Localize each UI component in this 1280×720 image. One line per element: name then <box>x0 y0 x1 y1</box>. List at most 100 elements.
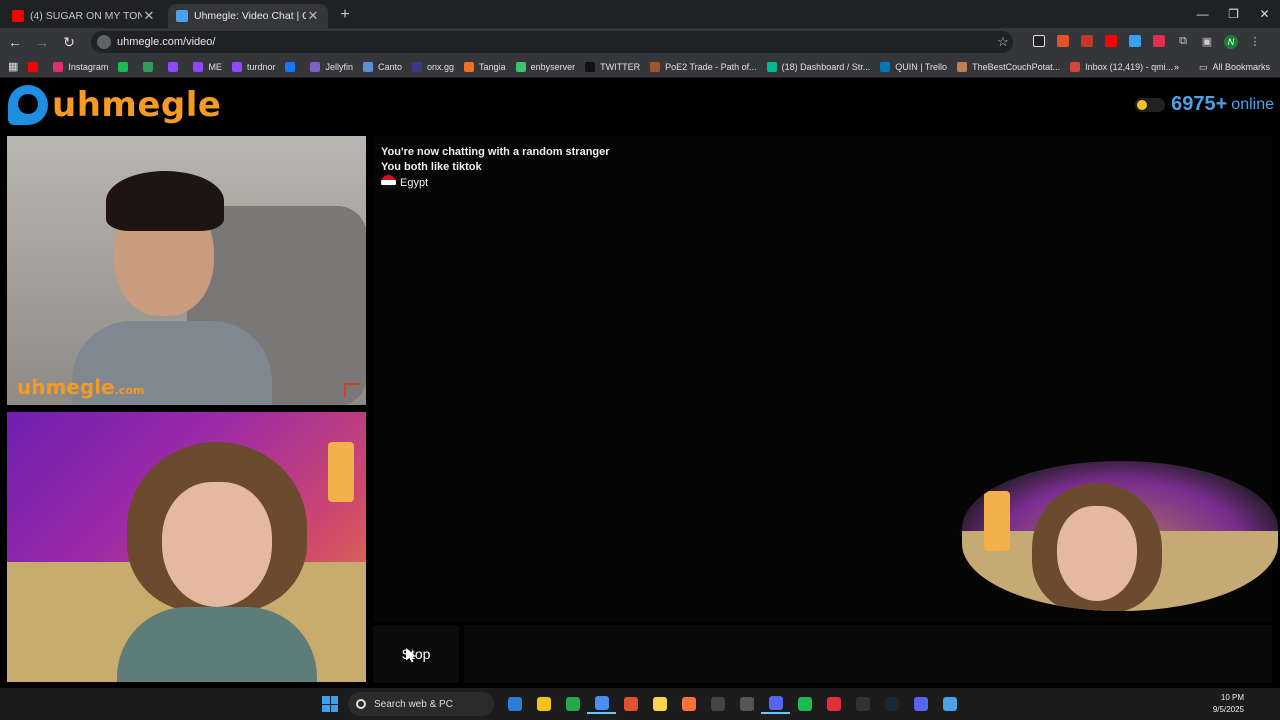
online-indicator: 6975+ online <box>1135 93 1274 116</box>
system-message: You're now chatting with a random strang… <box>381 146 610 158</box>
extension-red-icon[interactable] <box>1075 34 1099 50</box>
taskbar-app-icon[interactable] <box>819 694 848 714</box>
bookmark-label: Jellyfin <box>325 61 353 72</box>
bookmark-item[interactable]: QUIN | Trello <box>880 61 947 72</box>
apps-grid-icon[interactable]: ▦ <box>8 60 18 73</box>
back-arrow-icon[interactable]: ← <box>3 34 27 50</box>
bookmark-label: Canto <box>377 61 403 72</box>
bookmark-item[interactable]: Instagram <box>53 61 108 72</box>
bookmark-star-icon[interactable]: ☆ <box>993 34 1013 50</box>
extension-pink-icon[interactable] <box>1147 34 1171 50</box>
logo-chat-bubble-icon <box>8 85 48 125</box>
tab-uhmegle[interactable]: Uhmegle: Video Chat | Ome ✕ <box>168 4 328 28</box>
bookmarks-right: » ▭ All Bookmarks <box>1174 56 1270 78</box>
bookmark-favicon-icon <box>53 61 64 72</box>
bookmark-favicon-icon <box>168 61 179 72</box>
taskbar-app-icon[interactable] <box>587 694 616 714</box>
extension-k-icon[interactable] <box>1027 34 1051 50</box>
url-text[interactable]: uhmegle.com/video/ <box>117 36 993 48</box>
taskbar-app-icon[interactable] <box>500 694 529 714</box>
bookmark-label: PoE2 Trade - Path of... <box>665 61 757 72</box>
bookmark-item[interactable]: onx.gg <box>412 61 454 72</box>
chat-input[interactable] <box>464 625 1272 683</box>
bookmark-item[interactable]: TWITTER <box>585 61 641 72</box>
browser-toolbar: ← → ↻ uhmegle.com/video/ ☆ ⧉ ▣ N ⋮ <box>0 28 1280 56</box>
bookmark-label: TWITTER <box>600 61 641 72</box>
taskbar-app-icon[interactable] <box>645 694 674 714</box>
self-person <box>117 442 317 682</box>
bookmark-item[interactable]: TheBestCouchPotat... <box>957 61 1060 72</box>
taskbar-app-icon[interactable] <box>848 694 877 714</box>
system-message: You both like tiktok <box>381 160 482 173</box>
site-logo[interactable]: uhmegle <box>8 85 221 125</box>
bookmark-favicon-icon <box>412 61 423 72</box>
taskbar-app-icon[interactable] <box>790 694 819 714</box>
address-bar[interactable]: uhmegle.com/video/ ☆ <box>91 31 1013 53</box>
video-watermark: uhmegle.com <box>17 375 145 399</box>
minimize-button[interactable]: — <box>1187 0 1218 28</box>
reload-icon[interactable]: ↻ <box>57 34 81 51</box>
taskbar-app-icon[interactable] <box>529 694 558 714</box>
bookmark-favicon-icon <box>650 61 661 72</box>
site-info-icon[interactable] <box>97 35 111 49</box>
bookmark-favicon-icon <box>231 61 242 72</box>
bookmark-item[interactable]: Canto <box>362 61 403 72</box>
bookmark-item[interactable]: Jellyfin <box>310 61 353 72</box>
taskbar-app-icon[interactable] <box>935 694 964 714</box>
all-bookmarks-button[interactable]: All Bookmarks <box>1212 62 1270 72</box>
extension-youtube-icon[interactable] <box>1099 34 1123 50</box>
taskbar-app-icon[interactable] <box>877 694 906 714</box>
menu-kebab-icon[interactable]: ⋮ <box>1243 35 1267 50</box>
extension-blue-icon[interactable] <box>1123 34 1147 50</box>
bookmark-favicon-icon <box>362 61 373 72</box>
stop-button[interactable]: Stop <box>373 625 459 683</box>
profile-avatar[interactable]: N <box>1219 34 1243 50</box>
bookmarks-bar: ▦ Instagram ME turdnor Jellyfin Canto onx.gg T… <box>0 56 1280 78</box>
taskbar-app-icon[interactable] <box>674 694 703 714</box>
bookmark-item[interactable] <box>118 61 133 72</box>
taskbar-app-icon[interactable] <box>558 694 587 714</box>
system-clock[interactable]: 10 PM 9/5/2025 <box>1213 692 1244 716</box>
bookmark-item[interactable] <box>143 61 158 72</box>
theme-toggle[interactable] <box>1135 97 1166 112</box>
bookmark-item[interactable]: Inbox (12,419) - qmi... <box>1070 61 1173 72</box>
bookmark-item[interactable]: Tangia <box>464 61 506 72</box>
extension-fox-icon[interactable] <box>1051 34 1075 50</box>
bookmark-label: enbyserver <box>530 61 576 72</box>
taskbar-app-icon[interactable] <box>906 694 935 714</box>
taskbar-app-icon[interactable] <box>732 694 761 714</box>
bookmark-item[interactable] <box>28 61 43 72</box>
forward-arrow-icon[interactable]: → <box>30 34 54 50</box>
bookmark-item[interactable]: ME <box>193 61 222 72</box>
youtube-icon <box>12 10 24 22</box>
webcam-overlay <box>962 461 1278 611</box>
taskbar-app-icon[interactable] <box>703 694 732 714</box>
overlay-person-face <box>1057 506 1137 601</box>
close-tab-icon[interactable]: ✕ <box>142 8 156 24</box>
windows-start-icon[interactable] <box>322 696 338 712</box>
taskbar-app-icon[interactable] <box>616 694 645 714</box>
new-tab-button[interactable]: + <box>334 4 356 26</box>
tab-youtube[interactable]: (4) SUGAR ON MY TONGUE - Y ✕ <box>4 4 164 28</box>
bookmark-favicon-icon <box>957 61 968 72</box>
bookmark-favicon-icon <box>1070 61 1081 72</box>
taskbar-search[interactable]: Search web & PC <box>348 692 494 716</box>
side-panel-icon[interactable]: ▣ <box>1195 35 1219 50</box>
extensions-puzzle-icon[interactable]: ⧉ <box>1171 35 1195 50</box>
search-icon <box>356 699 366 709</box>
close-window-button[interactable]: ✕ <box>1249 0 1280 28</box>
report-flag-icon[interactable] <box>344 383 360 397</box>
bookmark-item[interactable]: enbyserver <box>515 61 576 72</box>
window-controls: — ❐ ✕ <box>1187 0 1280 28</box>
bookmark-favicon-icon <box>766 61 777 72</box>
taskbar-app-icon[interactable] <box>761 694 790 714</box>
bookmark-label: (18) Dashboard / Str... <box>781 61 871 72</box>
bookmark-item[interactable]: PoE2 Trade - Path of... <box>650 61 757 72</box>
bookmark-item[interactable] <box>285 61 300 72</box>
restore-button[interactable]: ❐ <box>1218 0 1249 28</box>
close-tab-icon[interactable]: ✕ <box>306 8 320 24</box>
more-bookmarks-chevron-icon[interactable]: » <box>1174 62 1179 72</box>
bookmark-item[interactable]: turdnor <box>231 61 275 72</box>
bookmark-item[interactable]: (18) Dashboard / Str... <box>766 61 871 72</box>
bookmark-item[interactable] <box>168 61 183 72</box>
